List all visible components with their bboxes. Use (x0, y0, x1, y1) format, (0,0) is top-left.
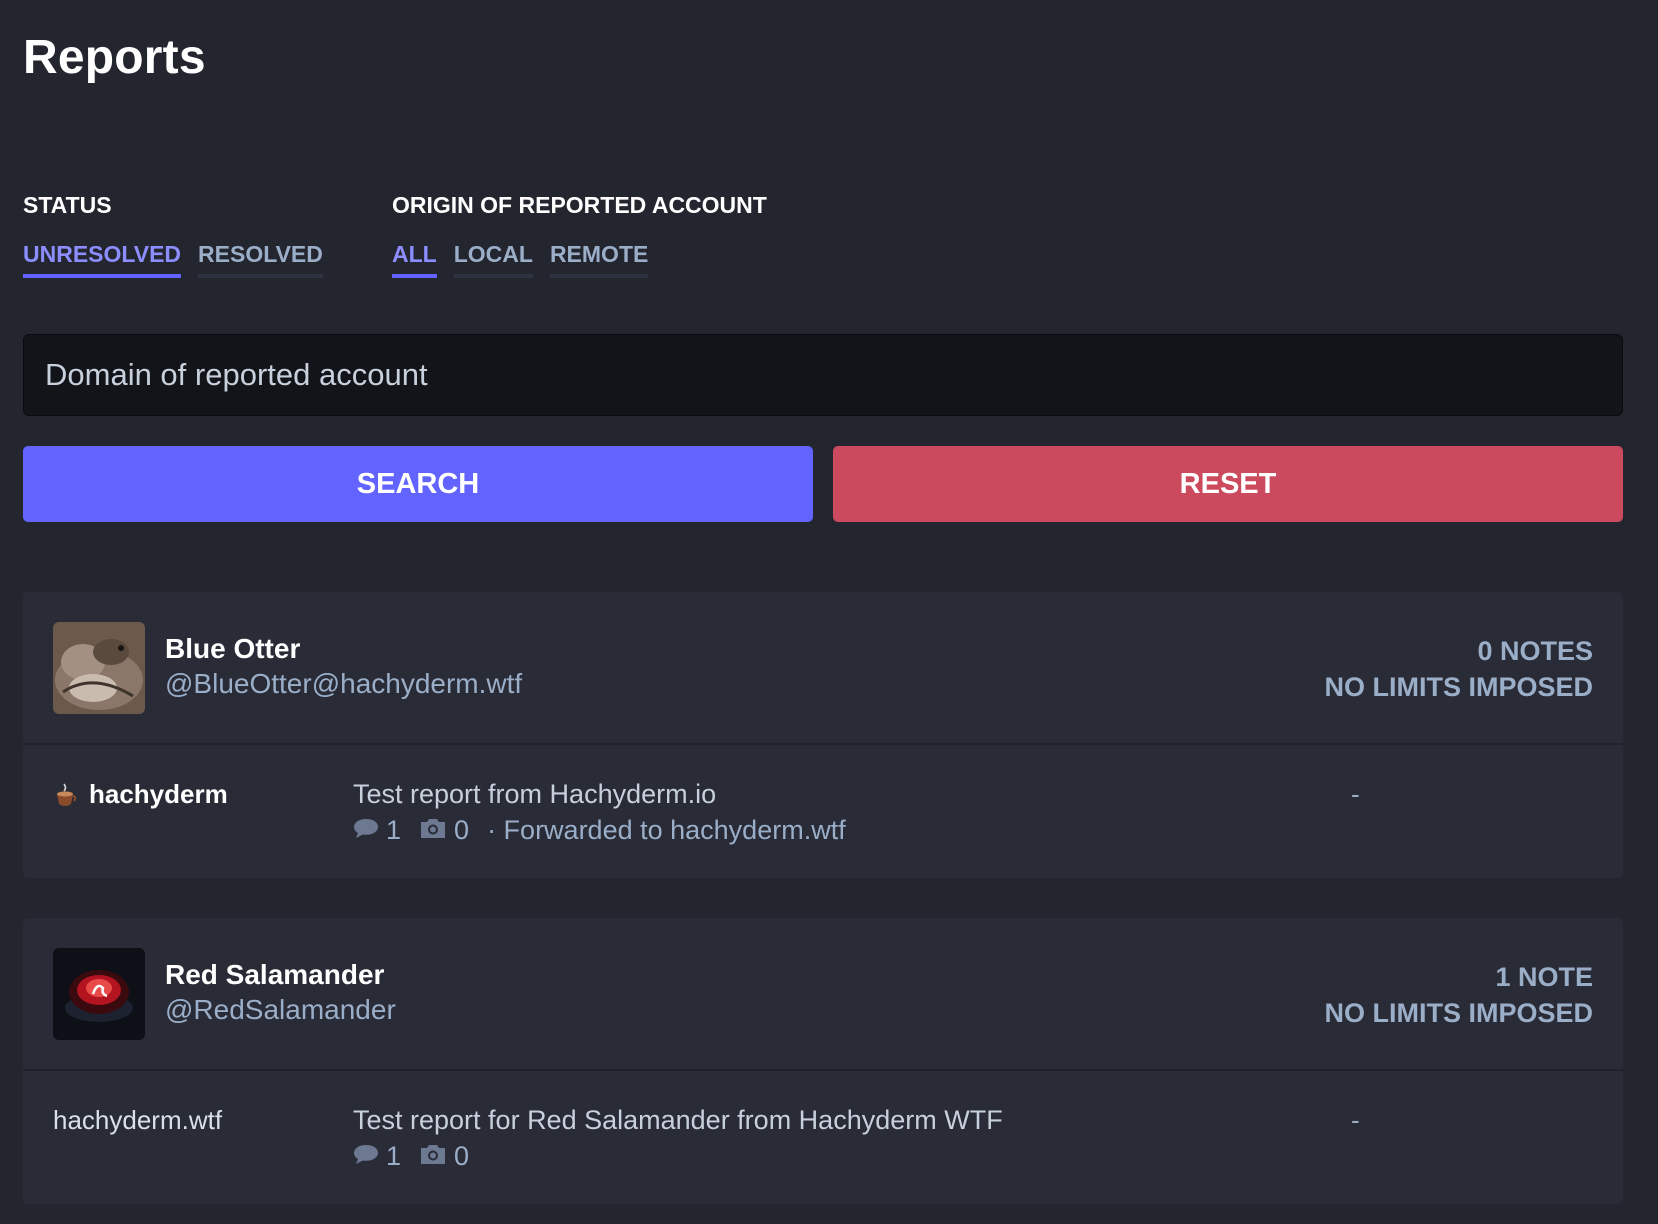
comment-icon (353, 1141, 379, 1172)
account-handle: @BlueOtter@hachyderm.wtf (165, 668, 523, 699)
comment-icon (353, 815, 379, 846)
filter-local[interactable]: LOCAL (453, 241, 533, 278)
account-display-name[interactable]: Red Salamander (165, 959, 384, 991)
page-title: Reports (23, 31, 206, 84)
account-handle: @RedSalamander (165, 994, 396, 1025)
statuses-count: 1 (386, 815, 402, 845)
origin-filter: ORIGIN OF REPORTED ACCOUNT ALL LOCAL REM… (392, 192, 767, 278)
reporter: hachyderm.wtf (53, 1105, 222, 1136)
assigned-account: - (1351, 779, 1360, 809)
report-card-header: Red Salamander @RedSalamander 1 NOTE NO … (23, 918, 1623, 1071)
reset-button[interactable]: RESET (833, 446, 1623, 522)
filter-all[interactable]: ALL (392, 241, 437, 278)
report-stats: 1 0 · Forwarded to hachyderm.wtf (353, 815, 846, 846)
statuses-count: 1 (386, 1141, 402, 1171)
report-card: Red Salamander @RedSalamander 1 NOTE NO … (23, 918, 1623, 1204)
filter-unresolved[interactable]: UNRESOLVED (23, 241, 182, 278)
report-row[interactable]: hachyderm.wtf Test report for Red Salama… (23, 1071, 1623, 1202)
limits-status: NO LIMITS IMPOSED (1324, 998, 1593, 1028)
report-card-header: Blue Otter @BlueOtter@hachyderm.wtf 0 NO… (23, 592, 1623, 745)
media-count: 0 (454, 1141, 470, 1171)
reporter-domain[interactable]: hachyderm.wtf (53, 1105, 222, 1136)
filter-resolved[interactable]: RESOLVED (198, 241, 323, 278)
assigned-account: - (1351, 1105, 1360, 1135)
status-filter-heading: STATUS (23, 192, 112, 218)
report-card: Blue Otter @BlueOtter@hachyderm.wtf 0 NO… (23, 592, 1623, 878)
media-count: 0 (454, 815, 470, 845)
origin-filter-heading: ORIGIN OF REPORTED ACCOUNT (392, 192, 767, 218)
notes-count: 0 NOTES (1477, 636, 1593, 666)
account-display-name[interactable]: Blue Otter (165, 633, 300, 665)
limits-status: NO LIMITS IMPOSED (1324, 672, 1593, 702)
reporter: hachyderm (53, 779, 228, 810)
status-filter: STATUS UNRESOLVED RESOLVED (23, 192, 323, 278)
salamander-avatar[interactable] (53, 948, 145, 1040)
report-row[interactable]: hachyderm Test report from Hachyderm.io … (23, 745, 1623, 876)
report-comment: Test report from Hachyderm.io (353, 779, 717, 809)
report-comment: Test report for Red Salamander from Hach… (353, 1105, 1003, 1135)
hachyderm-icon (53, 782, 77, 808)
reports-page: Reports STATUS UNRESOLVED RESOLVED ORIGI… (0, 0, 1658, 1224)
domain-search-input[interactable] (23, 334, 1623, 416)
camera-icon (419, 815, 447, 846)
otter-avatar[interactable] (53, 622, 145, 714)
camera-icon (419, 1141, 447, 1172)
report-stats: 1 0 (353, 1141, 479, 1172)
filter-remote[interactable]: REMOTE (549, 241, 649, 278)
reporter-name[interactable]: hachyderm (89, 779, 228, 810)
notes-count: 1 NOTE (1495, 962, 1593, 992)
forwarded-note: · Forwarded to hachyderm.wtf (487, 815, 846, 845)
search-button[interactable]: SEARCH (23, 446, 813, 522)
